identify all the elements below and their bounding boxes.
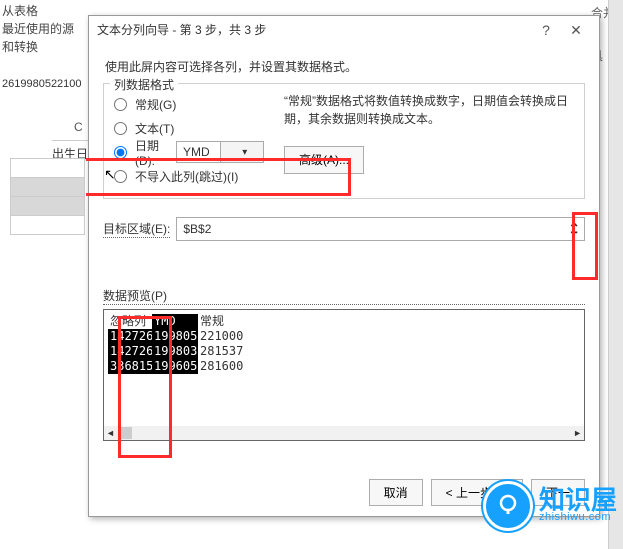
scroll-left-icon[interactable]: ◄ (106, 428, 115, 438)
preview-row: 336815 199605 281600 (108, 359, 580, 374)
text-to-columns-dialog: 文本分列向导 - 第 3 步，共 3 步 ? ✕ 使用此屏内容可选择各列，并设置… (88, 15, 600, 517)
doc-panel-right (608, 0, 623, 549)
format-help-line1: “常规”数据格式将数值转换成数字，日期值会转换成日 (284, 92, 574, 110)
preview-row: 142726 199803 281537 (108, 344, 580, 359)
cancel-button[interactable]: 取消 (369, 479, 423, 506)
format-help-line2: 期，其余数据则转换成文本。 (284, 110, 574, 128)
preview-label: 数据预览(P) (103, 287, 585, 305)
ribbon-item[interactable]: 和转换 (0, 38, 85, 56)
column-header-c[interactable]: C (74, 120, 83, 134)
target-range-input[interactable]: $B$2 ↥ (176, 217, 585, 241)
watermark-icon (483, 481, 533, 531)
close-button[interactable]: ✕ (561, 16, 591, 44)
radio-skip[interactable]: 不导入此列(跳过)(I) (114, 164, 264, 188)
formula-bar-value: 2619980522100 (2, 78, 82, 90)
preview-scrollbar[interactable]: ◄ ► (104, 426, 584, 440)
target-label: 目标区域(E): (103, 220, 170, 238)
range-picker-icon[interactable]: ↥ (568, 220, 580, 237)
radio-date[interactable]: 日期(D): YMD ▾ (114, 140, 264, 164)
date-format-combo[interactable]: YMD ▾ (176, 141, 264, 163)
advanced-button[interactable]: 高级(A)... (284, 146, 364, 174)
preview-row: 142726 199805 221000 (108, 329, 580, 344)
ribbon-item[interactable]: 最近使用的源 (0, 20, 85, 38)
cell-range[interactable] (10, 158, 85, 235)
column-format-fieldset: 列数据格式 常规(G) 文本(T) 日期(D): YMD ▾ 不导入此列(跳过)… (103, 83, 585, 199)
watermark-url: zhishiwu.com (539, 511, 617, 523)
preview-header-skip: 忽略列 (108, 314, 152, 329)
preview-header-date: YMD (152, 314, 198, 329)
watermark: 知识屋 zhishiwu.com (483, 481, 617, 531)
scroll-thumb[interactable] (120, 427, 132, 439)
chevron-down-icon[interactable]: ▾ (220, 142, 264, 162)
preview-header-general: 常规 (198, 314, 242, 329)
watermark-name: 知识屋 (539, 489, 617, 511)
scroll-right-icon[interactable]: ► (573, 428, 582, 438)
ribbon-item[interactable]: 从表格 (0, 2, 85, 20)
fieldset-legend: 列数据格式 (110, 76, 178, 93)
dialog-title: 文本分列向导 - 第 3 步，共 3 步 (97, 16, 531, 44)
help-button[interactable]: ? (531, 16, 561, 44)
radio-general[interactable]: 常规(G) (114, 92, 264, 116)
data-preview-box[interactable]: 忽略列 YMD 常规 142726 199805 221000 142726 1… (103, 309, 585, 441)
